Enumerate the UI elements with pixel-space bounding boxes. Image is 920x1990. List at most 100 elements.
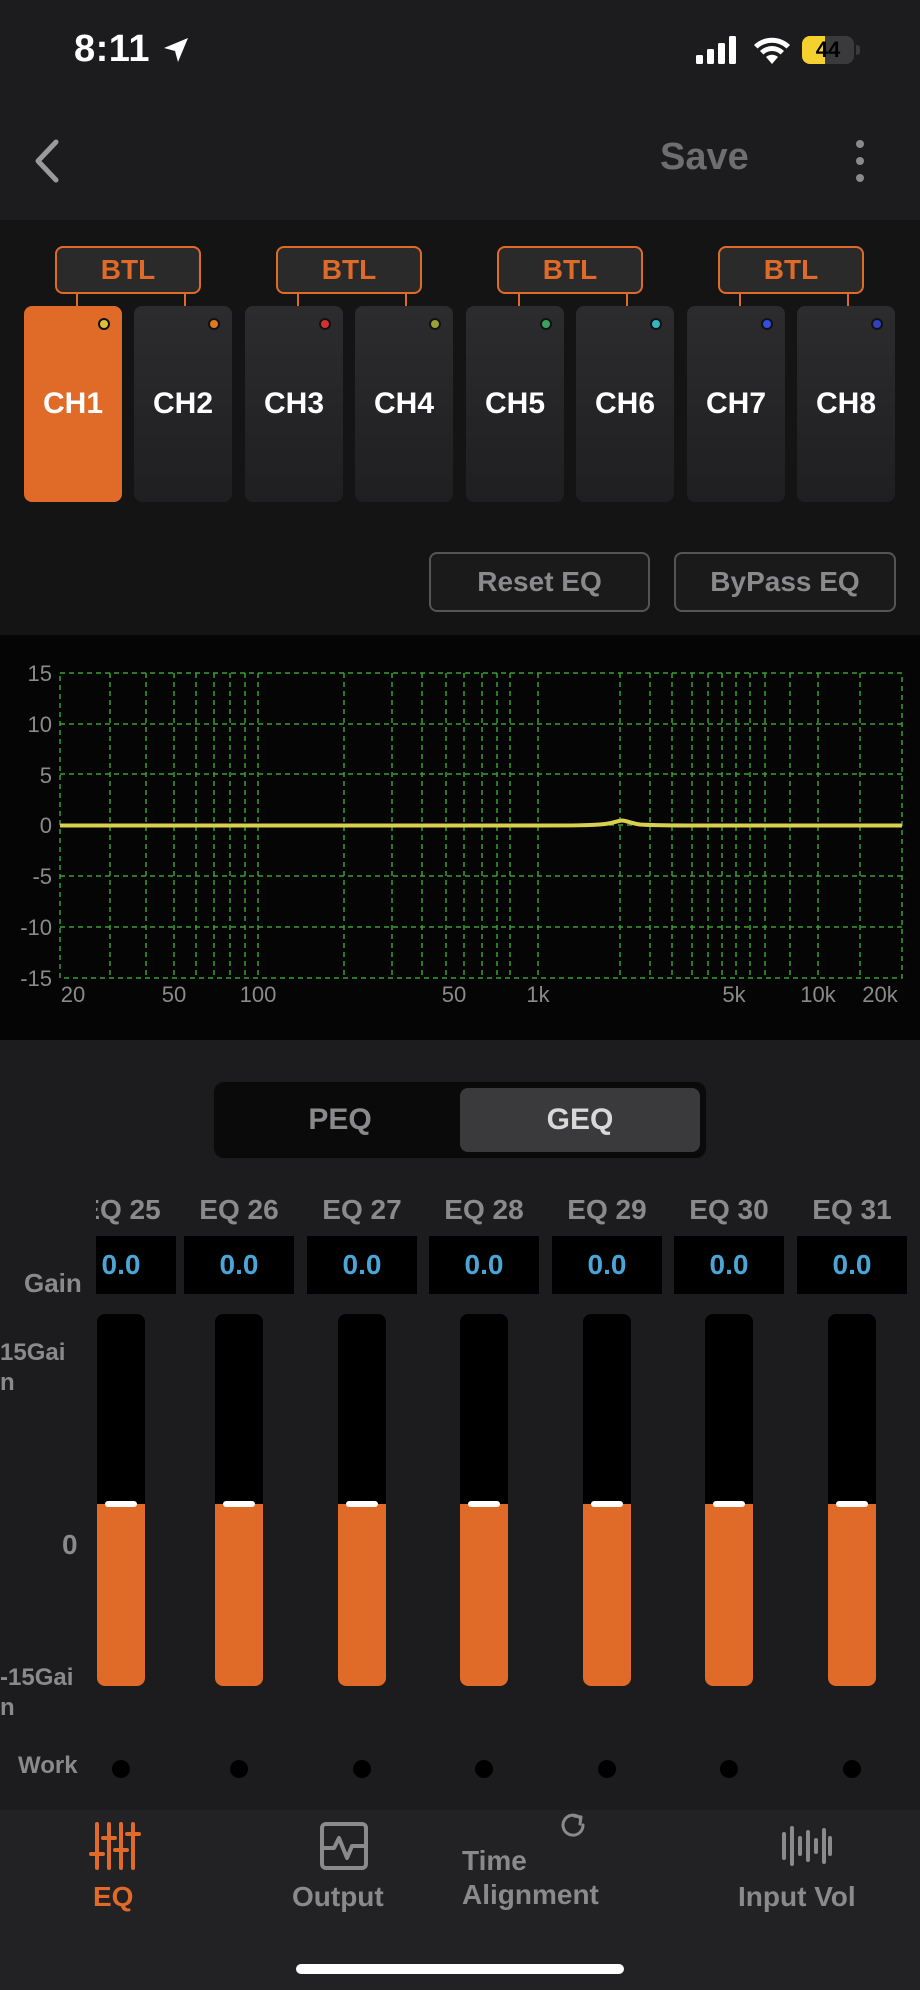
gain-value-field[interactable]: 0.0 (674, 1236, 784, 1294)
btl-button-ch1-ch2[interactable]: BTL (55, 246, 201, 294)
output-waveform-icon (320, 1822, 368, 1870)
work-indicator (475, 1760, 493, 1778)
x-tick-label: 50 (442, 982, 466, 1007)
bottom-tab-bar: EQ Output Time Alignment Input Vol (0, 1810, 920, 1990)
band-label: EQ 26 (199, 1194, 279, 1225)
gain-value-field[interactable]: 0.0 (552, 1236, 662, 1294)
cellular-signal-icon (696, 36, 736, 64)
x-tick-label: 50 (162, 982, 186, 1007)
work-indicator (230, 1760, 248, 1778)
gain-slider[interactable] (705, 1314, 753, 1686)
gain-value-field[interactable]: 0.0 (96, 1236, 176, 1294)
gain-slider[interactable] (460, 1314, 508, 1686)
gain-slider[interactable] (97, 1314, 145, 1686)
nav-bar: Save (0, 100, 920, 220)
btl-button-ch3-ch4[interactable]: BTL (276, 246, 422, 294)
gain-slider[interactable] (338, 1314, 386, 1686)
tab-eq[interactable]: EQ (70, 1810, 160, 1930)
tab-time-alignment[interactable]: Time Alignment (460, 1810, 630, 1930)
band-label: EQ 30 (689, 1194, 769, 1225)
tab-input-vol[interactable]: Input Vol (736, 1810, 876, 1930)
btl-link-line (847, 294, 849, 306)
zero-gain-label: 0 (62, 1529, 78, 1560)
channel-button-ch7[interactable]: CH7 (687, 306, 785, 502)
slider-fill (460, 1504, 508, 1686)
wifi-icon (754, 37, 790, 64)
y-tick-label: -15 (20, 966, 52, 991)
work-indicator (843, 1760, 861, 1778)
channel-color-dot (761, 318, 773, 330)
work-indicator (720, 1760, 738, 1778)
btl-button-ch7-ch8[interactable]: BTL (718, 246, 864, 294)
geq-band: EQ 31 0.0 (797, 1190, 907, 1830)
status-bar: 8:11 44 (0, 0, 920, 100)
eq-response-graph: 15 10 5 0 -5 -10 -15 20 50 100 50 1k 5k … (0, 635, 920, 1040)
gain-slider[interactable] (828, 1314, 876, 1686)
refresh-icon (561, 1813, 585, 1837)
location-arrow-icon (164, 38, 188, 62)
battery-level: 44 (815, 37, 841, 62)
y-tick-label: -10 (20, 915, 52, 940)
work-indicator (353, 1760, 371, 1778)
channel-color-dot (319, 318, 331, 330)
save-button[interactable]: Save (660, 136, 749, 179)
gain-value-field[interactable]: 0.0 (429, 1236, 539, 1294)
battery-indicator: 44 (802, 36, 860, 64)
geq-tab[interactable]: GEQ (460, 1088, 700, 1152)
tab-output[interactable]: Output (286, 1810, 406, 1930)
channel-button-ch1[interactable]: CH1 (24, 306, 122, 502)
back-chevron-icon[interactable] (28, 136, 68, 186)
geq-band: EQ 29 0.0 (552, 1190, 662, 1830)
slider-fill (338, 1504, 386, 1686)
bypass-eq-button[interactable]: ByPass EQ (674, 552, 896, 612)
gain-value-field[interactable]: 0.0 (797, 1236, 907, 1294)
btl-link-line (76, 294, 78, 306)
band-label: EQ 27 (322, 1194, 402, 1225)
channel-button-ch4[interactable]: CH4 (355, 306, 453, 502)
channel-button-ch6[interactable]: CH6 (576, 306, 674, 502)
slider-thumb[interactable] (713, 1501, 745, 1507)
slider-thumb[interactable] (105, 1501, 137, 1507)
btl-button-ch5-ch6[interactable]: BTL (497, 246, 643, 294)
min-gain-label: -15Gain (0, 1664, 74, 1721)
channel-button-ch2[interactable]: CH2 (134, 306, 232, 502)
slider-thumb[interactable] (836, 1501, 868, 1507)
slider-thumb[interactable] (591, 1501, 623, 1507)
slider-fill (828, 1504, 876, 1686)
status-time: 8:11 (74, 28, 150, 70)
btl-link-line (739, 294, 741, 306)
channel-button-ch8[interactable]: CH8 (797, 306, 895, 502)
home-indicator[interactable] (296, 1964, 624, 1974)
volume-bars-icon (782, 1826, 832, 1866)
eq-graph-svg: 15 10 5 0 -5 -10 -15 20 50 100 50 1k 5k … (20, 661, 903, 1007)
slider-thumb[interactable] (346, 1501, 378, 1507)
slider-thumb[interactable] (223, 1501, 255, 1507)
reset-eq-button[interactable]: Reset EQ (429, 552, 650, 612)
gain-value-field[interactable]: 0.0 (184, 1236, 294, 1294)
btl-link-line (626, 294, 628, 306)
work-row-label: Work (18, 1752, 78, 1779)
y-tick-label: -5 (32, 864, 52, 889)
sliders-icon (89, 1822, 141, 1870)
x-tick-label: 100 (240, 982, 277, 1007)
channel-button-ch3[interactable]: CH3 (245, 306, 343, 502)
geq-band-list[interactable]: EQ 25 0.0 EQ 26 0.0 EQ 27 0.0 EQ 28 0.0 … (96, 1190, 920, 1830)
max-gain-label: 15Gain (0, 1339, 66, 1396)
channel-button-ch5[interactable]: CH5 (466, 306, 564, 502)
slider-thumb[interactable] (468, 1501, 500, 1507)
gain-slider[interactable] (215, 1314, 263, 1686)
slider-fill (583, 1504, 631, 1686)
gain-slider[interactable] (583, 1314, 631, 1686)
work-indicator (112, 1760, 130, 1778)
gain-row-label: Gain (24, 1268, 82, 1298)
gain-value-field[interactable]: 0.0 (307, 1236, 417, 1294)
geq-panel: PEQ GEQ Gain 15Gain 0 -15Gain Work EQ 25… (0, 1040, 920, 1810)
eq-response-curve (60, 818, 902, 828)
peq-tab[interactable]: PEQ (220, 1088, 460, 1152)
tab-label: EQ (93, 1881, 134, 1912)
slider-fill (215, 1504, 263, 1686)
band-label: EQ 28 (444, 1194, 524, 1225)
x-tick-label: 1k (526, 982, 550, 1007)
more-vertical-icon[interactable] (848, 136, 872, 186)
tab-label: Time Alignment (462, 1845, 599, 1910)
